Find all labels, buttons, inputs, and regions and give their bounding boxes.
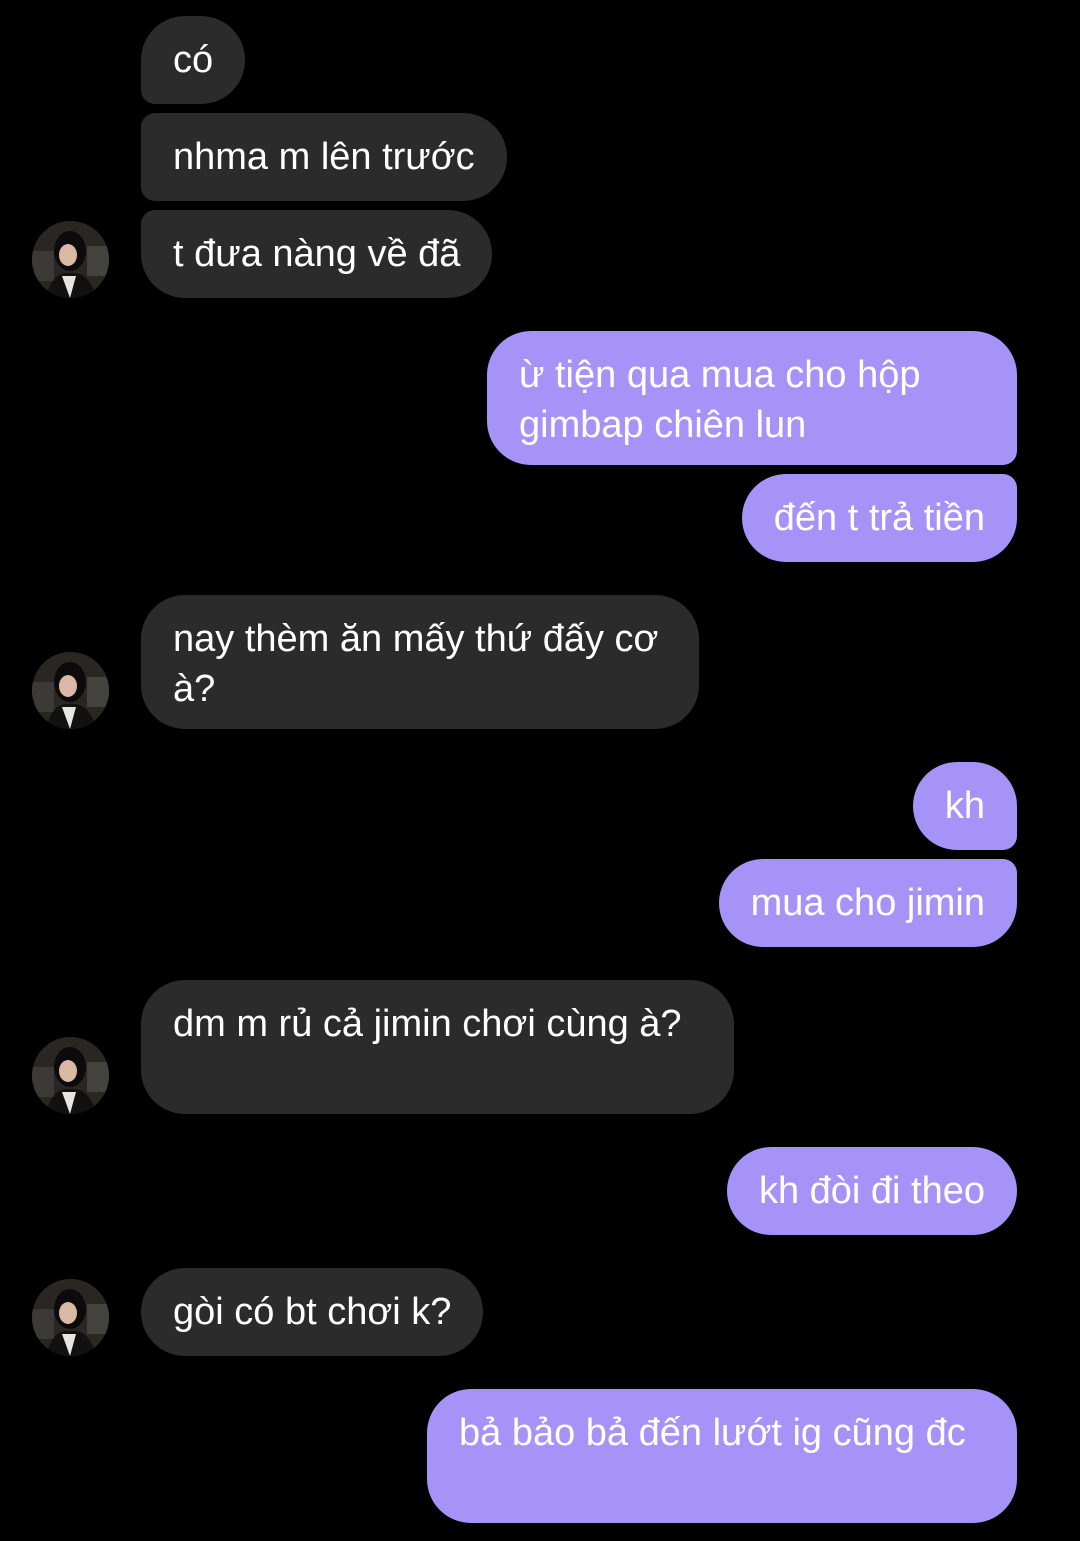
outgoing-message[interactable]: bả bảo bả đến lướt ig cũng đc: [427, 1389, 1017, 1523]
profile-photo-icon: [32, 1037, 109, 1114]
contact-avatar[interactable]: [32, 1037, 109, 1114]
outgoing-message[interactable]: kh đòi đi theo: [726, 1147, 1017, 1235]
incoming-message[interactable]: dm m rủ cả jimin chơi cùng à?: [141, 980, 734, 1114]
outgoing-message[interactable]: đến t trả tiền: [741, 474, 1017, 562]
contact-avatar[interactable]: [32, 221, 109, 298]
chat-thread[interactable]: có nhma m lên trước t đưa nàng về đã ừ t…: [0, 0, 1080, 1541]
contact-avatar[interactable]: [32, 1279, 109, 1356]
outgoing-message[interactable]: mua cho jimin: [718, 859, 1017, 947]
incoming-message[interactable]: nay thèm ăn mấy thứ đấy cơ à?: [141, 595, 699, 729]
incoming-message[interactable]: có: [141, 16, 246, 104]
contact-avatar[interactable]: [32, 652, 109, 729]
incoming-message[interactable]: t đưa nàng về đã: [141, 210, 493, 298]
outgoing-message[interactable]: kh: [912, 762, 1017, 850]
profile-photo-icon: [32, 652, 109, 729]
profile-photo-icon: [32, 1279, 109, 1356]
outgoing-message[interactable]: ừ tiện qua mua cho hộp gimbap chiên lun: [487, 331, 1017, 465]
incoming-message[interactable]: nhma m lên trước: [141, 113, 507, 201]
incoming-message[interactable]: gòi có bt chơi k?: [141, 1268, 484, 1356]
profile-photo-icon: [32, 221, 109, 298]
